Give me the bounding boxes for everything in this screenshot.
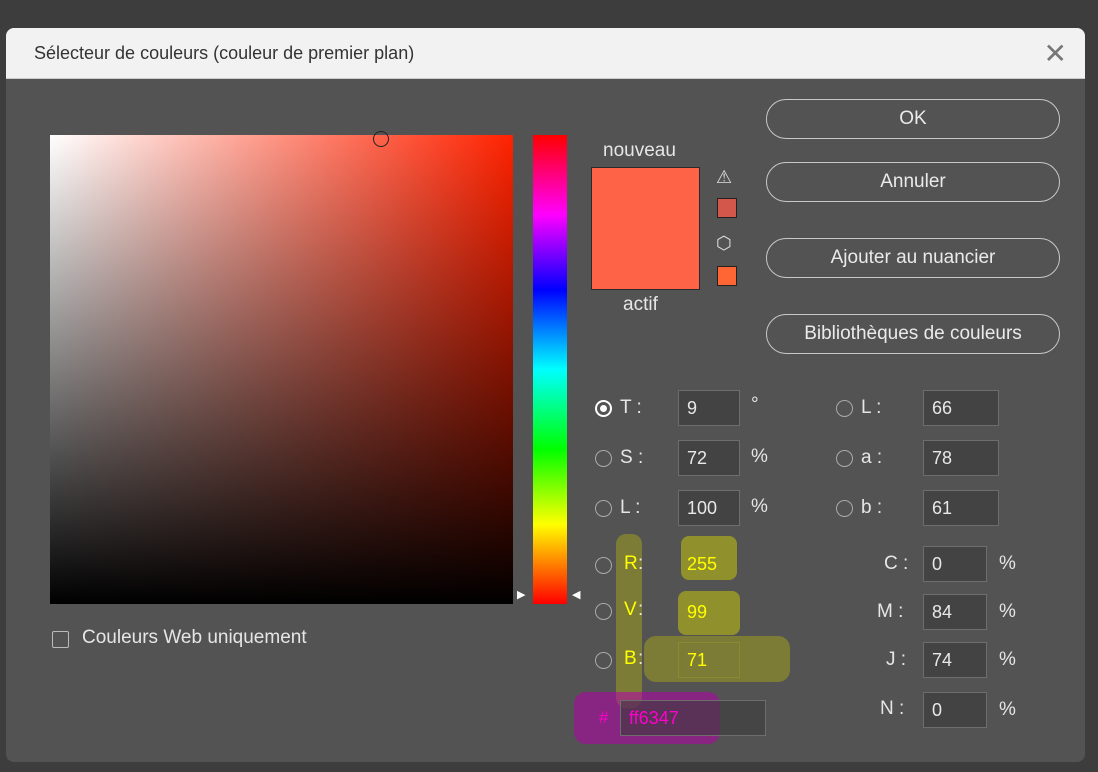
red-radio[interactable] xyxy=(595,557,612,574)
saturation-radio[interactable] xyxy=(595,450,612,467)
brightness-unit: % xyxy=(751,496,768,517)
color-field-cursor[interactable] xyxy=(373,131,389,147)
green-label-sep: : xyxy=(638,599,644,620)
cancel-button[interactable]: Annuler xyxy=(766,162,1060,202)
lab-a-field[interactable]: 78 xyxy=(923,440,999,476)
red-label: R xyxy=(624,553,638,574)
hue-label: T : xyxy=(620,397,642,418)
black-unit: % xyxy=(999,699,1016,720)
blue-label-sep: : xyxy=(638,648,644,669)
hue-radio[interactable] xyxy=(595,400,612,417)
lab-b-label: b : xyxy=(861,497,883,518)
current-color-label: actif xyxy=(623,294,658,315)
add-to-swatches-button[interactable]: Ajouter au nuancier xyxy=(766,238,1060,278)
magenta-label: M : xyxy=(877,601,904,622)
black-field[interactable]: 0 xyxy=(923,692,987,728)
green-label: V xyxy=(624,599,637,620)
warning-triangle-icon[interactable]: ⚠ xyxy=(716,167,732,188)
title-bar: Sélecteur de couleurs (couleur de premie… xyxy=(6,28,1085,79)
brightness-field[interactable]: 100 xyxy=(678,490,740,526)
gamut-warning-swatch[interactable] xyxy=(717,198,737,218)
lab-l-field[interactable]: 66 xyxy=(923,390,999,426)
web-colors-only-checkbox[interactable] xyxy=(52,631,69,648)
brightness-label: L : xyxy=(620,497,641,518)
color-libraries-button[interactable]: Bibliothèques de couleurs xyxy=(766,314,1060,354)
hue-unit: ° xyxy=(751,394,759,415)
lab-b-radio[interactable] xyxy=(836,500,853,517)
saturation-unit: % xyxy=(751,446,768,467)
red-field[interactable]: 255 xyxy=(678,546,740,582)
blue-field[interactable]: 71 xyxy=(678,642,740,678)
ok-button[interactable]: OK xyxy=(766,99,1060,139)
lab-l-radio[interactable] xyxy=(836,400,853,417)
saturation-label: S : xyxy=(620,447,644,468)
lab-b-field[interactable]: 61 xyxy=(923,490,999,526)
cyan-label: C : xyxy=(884,553,909,574)
cyan-unit: % xyxy=(999,553,1016,574)
blue-label: B xyxy=(624,648,637,669)
new-color-swatch xyxy=(591,167,700,290)
cyan-field[interactable]: 0 xyxy=(923,546,987,582)
magenta-field[interactable]: 84 xyxy=(923,594,987,630)
hex-prefix: # xyxy=(599,708,609,727)
lab-a-label: a : xyxy=(861,447,883,468)
yellow-field[interactable]: 74 xyxy=(923,642,987,678)
color-picker-dialog: Sélecteur de couleurs (couleur de premie… xyxy=(6,28,1085,762)
hue-field[interactable]: 9 xyxy=(678,390,740,426)
green-field[interactable]: 99 xyxy=(678,594,740,630)
cube-icon[interactable]: ⬡ xyxy=(716,233,732,254)
green-radio[interactable] xyxy=(595,603,612,620)
yellow-label: J : xyxy=(886,649,907,670)
blue-radio[interactable] xyxy=(595,652,612,669)
black-label: N : xyxy=(880,698,905,719)
close-icon[interactable]: ✕ xyxy=(1044,37,1067,70)
dialog-title: Sélecteur de couleurs (couleur de premie… xyxy=(34,43,415,63)
lab-a-radio[interactable] xyxy=(836,450,853,467)
web-colors-only-label: Couleurs Web uniquement xyxy=(82,627,307,648)
hue-slider[interactable] xyxy=(533,135,567,604)
hue-slider-right-handle-icon[interactable]: ◀ xyxy=(572,588,580,601)
red-label-sep: : xyxy=(638,553,644,574)
lab-l-label: L : xyxy=(861,397,882,418)
brightness-radio[interactable] xyxy=(595,500,612,517)
yellow-unit: % xyxy=(999,649,1016,670)
new-color-label: nouveau xyxy=(603,140,676,161)
saturation-field[interactable]: 72 xyxy=(678,440,740,476)
hex-field[interactable]: ff6347 xyxy=(620,700,766,736)
color-field[interactable] xyxy=(50,135,513,604)
hue-slider-left-handle-icon[interactable]: ▶ xyxy=(517,588,525,601)
web-safe-swatch[interactable] xyxy=(717,266,737,286)
magenta-unit: % xyxy=(999,601,1016,622)
